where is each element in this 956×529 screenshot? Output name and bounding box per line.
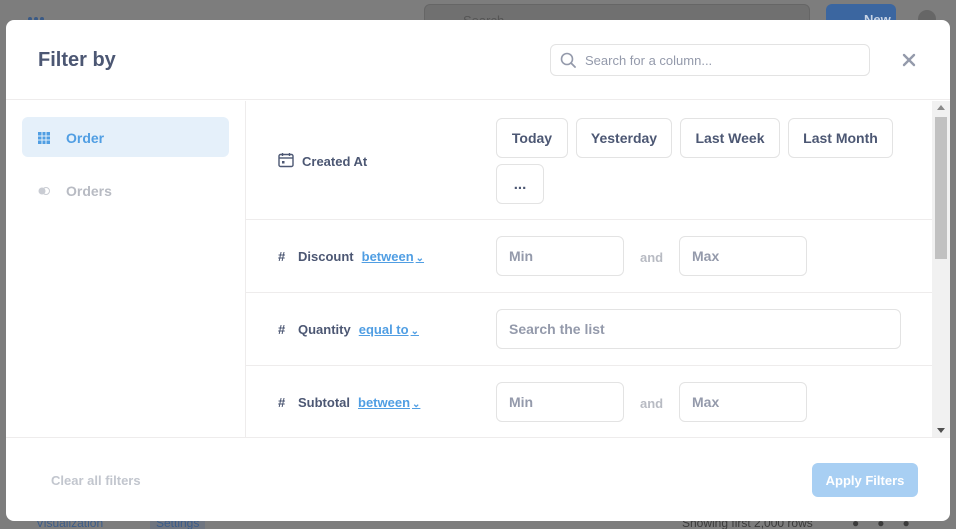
shortcut-today-button[interactable]: Today — [496, 118, 568, 158]
operator-dropdown[interactable]: between ⌄ — [358, 395, 420, 410]
modal-footer: Clear all filters Apply Filters — [6, 437, 950, 521]
number-icon: # — [278, 249, 286, 264]
chevron-down-icon: ⌄ — [412, 399, 421, 410]
filter-row-discount: # Discount between⌄ and — [246, 220, 932, 293]
number-icon: # — [278, 322, 286, 337]
and-label: and — [640, 250, 664, 265]
operator-dropdown[interactable]: equal to ⌄ — [359, 322, 419, 337]
table-grid-icon — [38, 131, 50, 144]
quantity-search-input[interactable] — [496, 309, 901, 349]
filter-row-quantity: # Quantity equal to ⌄ — [246, 293, 932, 366]
filter-label-subtotal: # Subtotal between ⌄ — [278, 395, 420, 410]
filter-label-quantity: # Quantity equal to ⌄ — [278, 322, 419, 337]
table-sidebar: Order Orders — [6, 101, 246, 437]
and-label: and — [640, 396, 664, 411]
filter-label-discount: # Discount between ⌄ — [278, 249, 424, 264]
calendar-icon — [278, 152, 302, 171]
subtotal-max-input[interactable] — [679, 382, 807, 422]
sidebar-item-label: Order — [66, 130, 105, 146]
close-icon[interactable] — [899, 50, 919, 70]
filter-modal: Filter by Order Orders — [6, 20, 950, 521]
more-options-button[interactable]: ... — [496, 164, 544, 204]
clear-all-filters-button[interactable]: Clear all filters — [51, 473, 141, 488]
segment-toggle-icon — [38, 184, 50, 196]
discount-min-input[interactable] — [496, 236, 624, 276]
filter-name: Created At — [302, 154, 368, 169]
operator-label: equal to — [358, 322, 409, 337]
sidebar-item-label: Orders — [66, 183, 112, 199]
filter-name: Subtotal — [298, 395, 350, 410]
column-search-input[interactable] — [585, 46, 855, 74]
filter-row-created-at: Created At Today Yesterday Last Week Las… — [246, 101, 932, 220]
scrollbar-thumb[interactable] — [935, 117, 947, 259]
modal-title: Filter by — [38, 49, 116, 71]
shortcut-yesterday-button[interactable]: Yesterday — [576, 118, 672, 158]
sidebar-item-orders[interactable]: Orders — [22, 170, 229, 210]
number-icon: # — [278, 395, 286, 410]
scrollbar[interactable] — [932, 101, 950, 437]
scroll-down-arrow-icon[interactable] — [937, 428, 945, 433]
filter-label-created-at: Created At — [278, 152, 367, 171]
shortcut-last-month-button[interactable]: Last Month — [788, 118, 893, 158]
logo-icon — [28, 8, 54, 21]
modal-header: Filter by — [6, 20, 950, 100]
filter-row-subtotal: # Subtotal between⌄ and — [246, 366, 932, 437]
filter-name: Discount — [298, 249, 354, 264]
discount-max-input[interactable] — [679, 236, 807, 276]
subtotal-min-input[interactable] — [496, 382, 624, 422]
column-search-box[interactable] — [550, 44, 870, 76]
chevron-down-icon: ⌄ — [410, 326, 419, 337]
search-icon — [560, 52, 576, 68]
background-app-header: Search New — [0, 0, 956, 32]
operator-label: between — [361, 249, 414, 264]
filter-list: Created At Today Yesterday Last Week Las… — [246, 101, 932, 437]
sidebar-item-order[interactable]: Order — [22, 117, 229, 157]
shortcut-last-week-button[interactable]: Last Week — [680, 118, 780, 158]
operator-label: between — [358, 395, 411, 410]
apply-filters-button[interactable]: Apply Filters — [812, 463, 918, 497]
chevron-down-icon: ⌄ — [415, 253, 425, 264]
operator-dropdown[interactable]: between ⌄ — [362, 249, 424, 264]
filter-name: Quantity — [298, 322, 351, 337]
scroll-up-arrow-icon[interactable] — [937, 105, 945, 110]
